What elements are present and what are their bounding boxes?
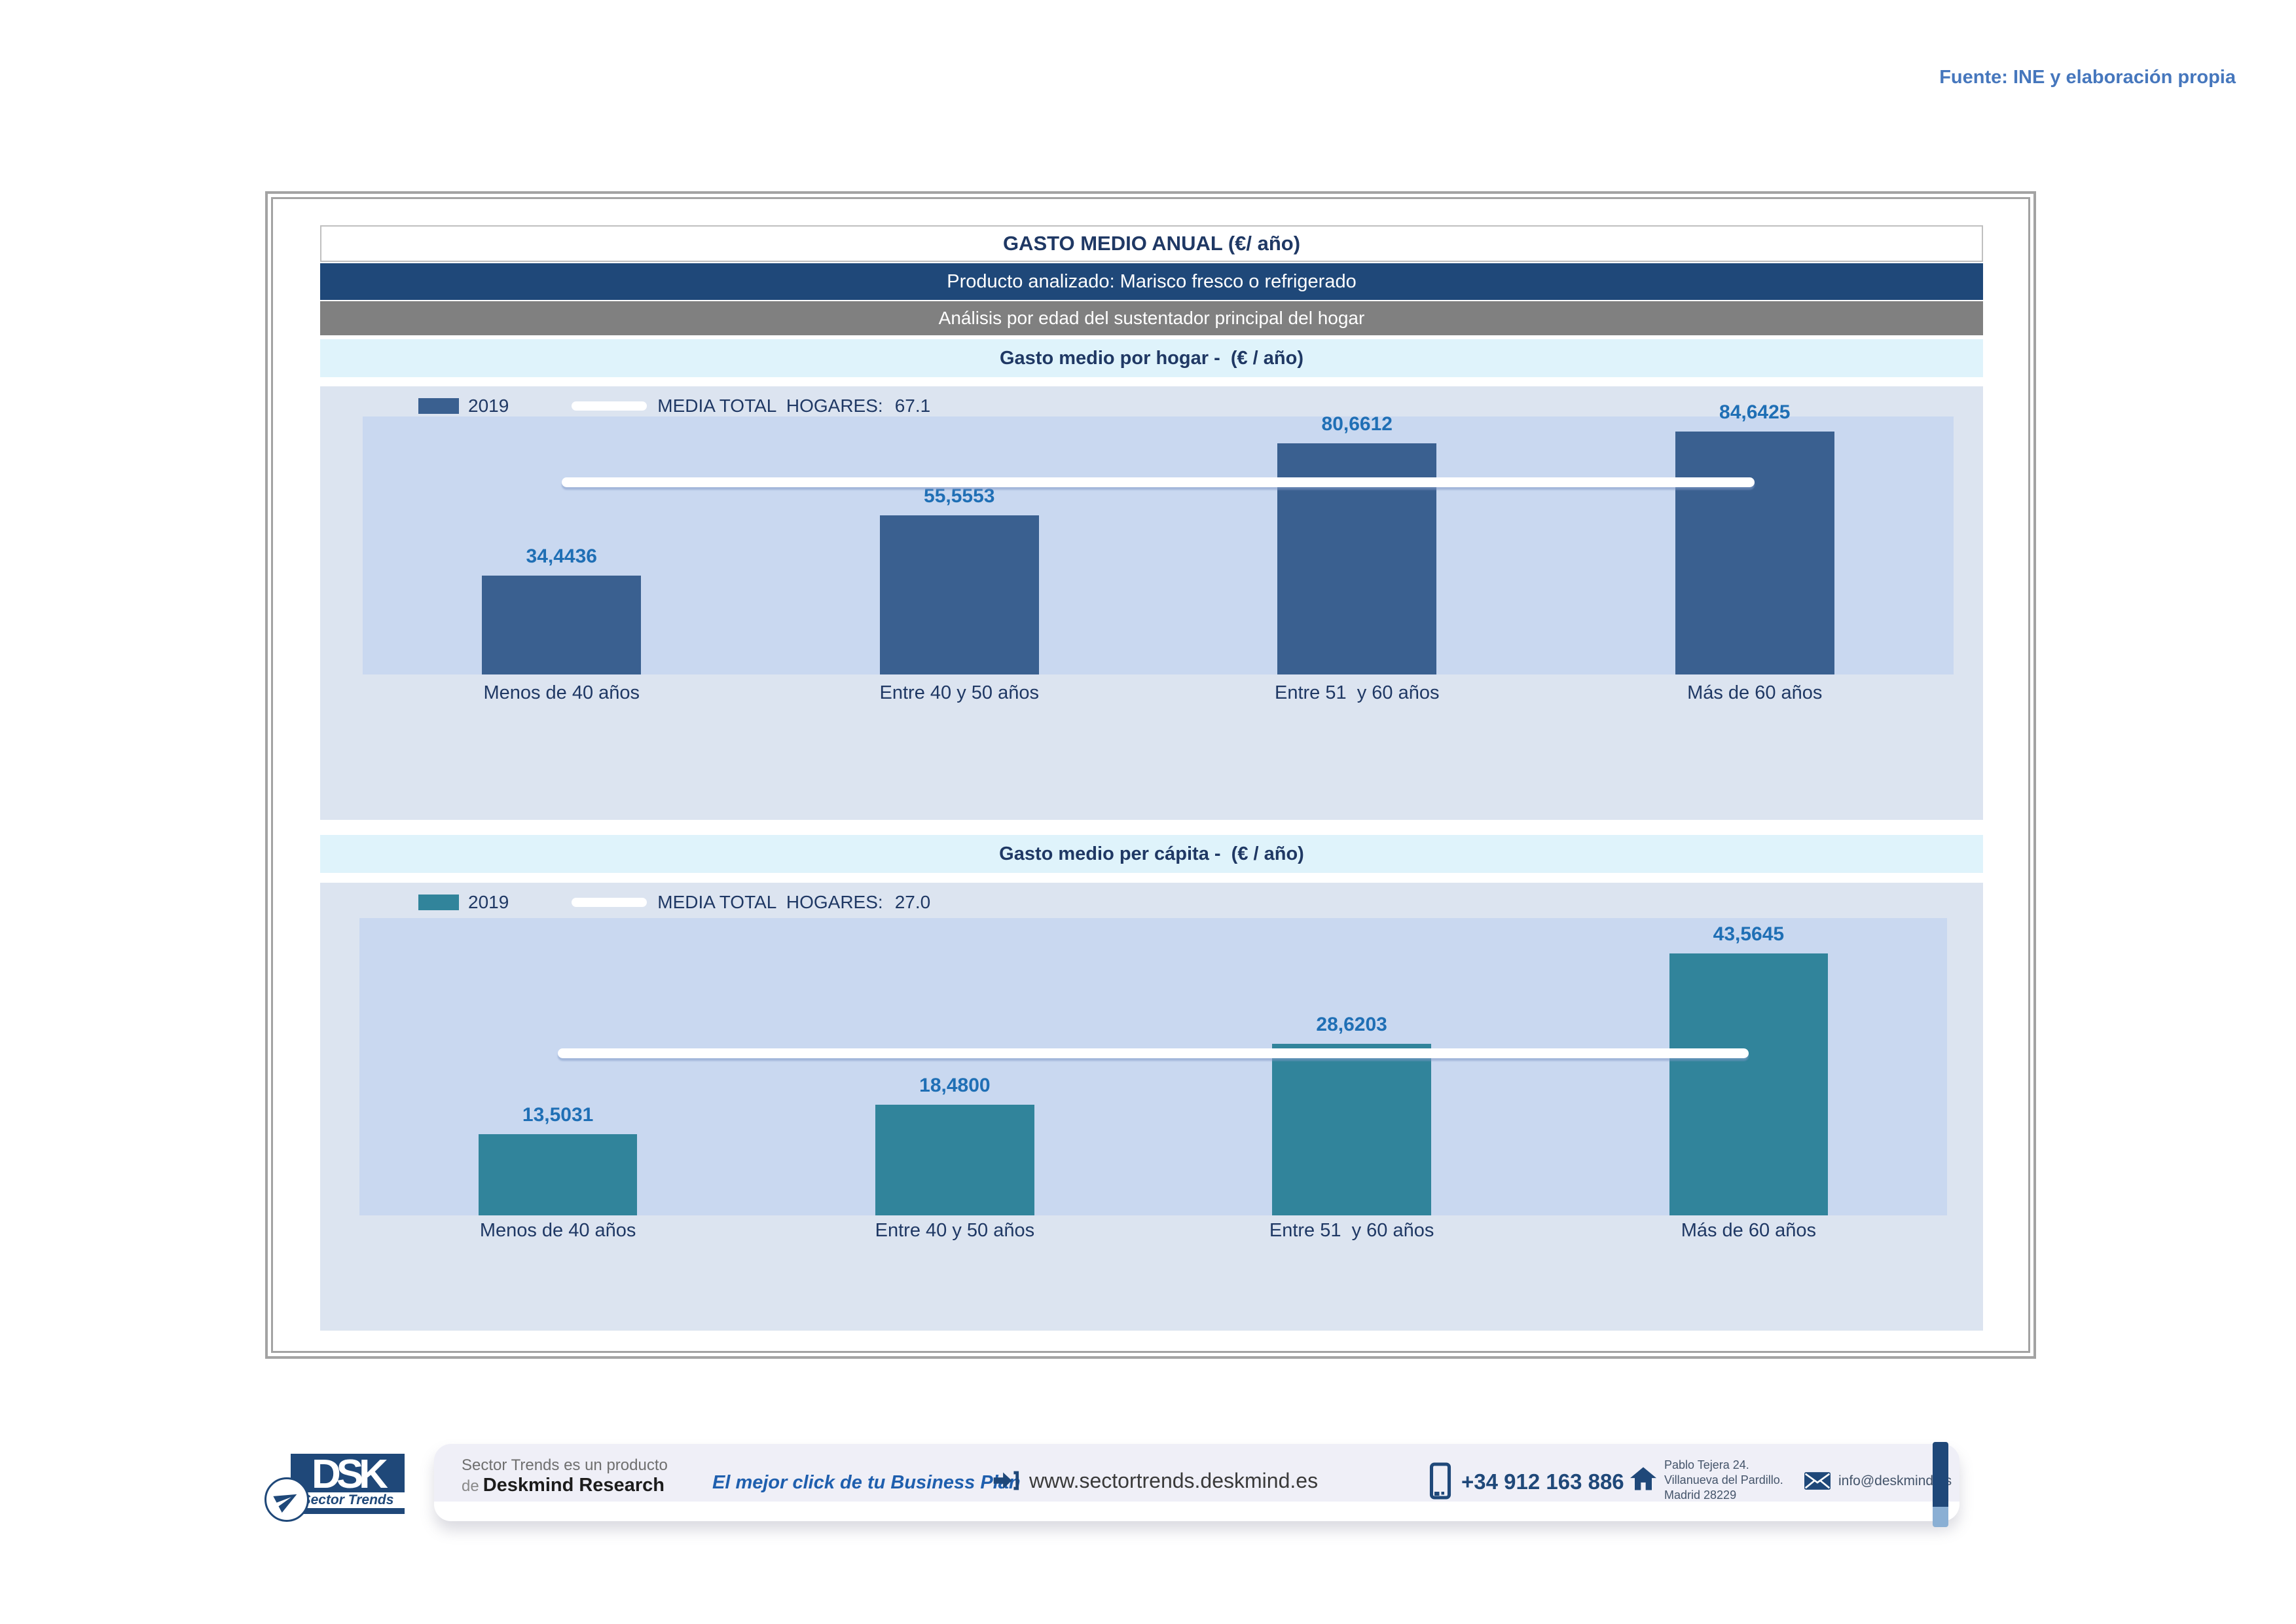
category-label-0: Menos de 40 años — [359, 1220, 756, 1250]
website-url: www.sectortrends.deskmind.es — [1029, 1469, 1318, 1493]
bar-0 — [482, 576, 641, 674]
chart-per-household: 2019 MEDIA TOTAL HOGARES: 67.1 34,4436 55… — [320, 386, 1983, 820]
bar-3 — [1669, 953, 1829, 1215]
category-label-3: Más de 60 años — [1556, 682, 1954, 712]
footer-email: info@deskmind.es — [1804, 1472, 1952, 1490]
value-label-3: 43,5645 — [1713, 923, 1784, 946]
report-title: GASTO MEDIO ANUAL (€/ año) — [320, 225, 1983, 262]
product-analyzed-banner: Producto analizado: Marisco fresco o ref… — [320, 263, 1983, 300]
chart1-subtitle: Gasto medio por hogar - (€ / año) — [320, 339, 1983, 377]
media-line-swatch — [572, 898, 647, 907]
footer-website: www.sectortrends.deskmind.es — [990, 1466, 1318, 1496]
plot-area: 34,443655,555380,661284,6425 — [363, 416, 1954, 674]
category-axis: Menos de 40 añosEntre 40 y 50 añosEntre … — [363, 682, 1954, 712]
bar-3 — [1675, 432, 1834, 674]
chart-per-capita: 2019 MEDIA TOTAL HOGARES: 27.0 13,5031 18… — [320, 883, 1983, 1331]
chart2-legend: 2019 MEDIA TOTAL HOGARES: 27.0 — [418, 891, 930, 914]
footer-phone: +34 912 163 886 — [1429, 1462, 1624, 1502]
media-total-line — [558, 1048, 1749, 1058]
category-label-2: Entre 51 y 60 años — [1158, 682, 1556, 712]
category-axis: Menos de 40 añosEntre 40 y 50 añosEntre … — [359, 1220, 1947, 1250]
category-label-0: Menos de 40 años — [363, 682, 761, 712]
envelope-icon — [1804, 1472, 1831, 1490]
footer-address: Pablo Tejera 24. Villanueva del Pardillo… — [1630, 1458, 1783, 1503]
category-label-2: Entre 51 y 60 años — [1154, 1220, 1550, 1250]
bar-0 — [479, 1134, 638, 1215]
value-label-3: 84,6425 — [1719, 401, 1790, 424]
footer-product-line2: deDeskmind Research — [462, 1475, 668, 1497]
footer-tagline: El mejor click de tu Business Plan — [712, 1472, 1021, 1494]
series-color-swatch — [418, 895, 459, 910]
report-frame: GASTO MEDIO ANUAL (€/ año) Producto anal… — [265, 191, 2036, 1359]
bar-1 — [875, 1105, 1034, 1215]
bar-2 — [1272, 1044, 1431, 1215]
value-label-0: 34,4436 — [526, 545, 597, 568]
media-line-swatch — [572, 401, 647, 411]
analysis-banner: Análisis por edad del sustentador princi… — [320, 301, 1983, 335]
footer-product-line1: Sector Trends es un producto — [462, 1456, 668, 1475]
footer-product-text: Sector Trends es un producto deDeskmind … — [462, 1456, 668, 1497]
paper-plane-icon — [264, 1477, 309, 1522]
category-label-1: Entre 40 y 50 años — [756, 1220, 1153, 1250]
media-value: 67.1 — [895, 396, 931, 416]
dsk-logo-text: DSK — [291, 1451, 405, 1498]
arrow-bracket-icon — [990, 1466, 1020, 1496]
chart2-subtitle: Gasto medio per cápita - (€ / año) — [320, 835, 1983, 873]
plot-area: 13,5031 18,4800 28,6203 43,5645 — [359, 918, 1947, 1215]
footer-card-bottom-strip — [434, 1502, 1959, 1521]
bar-1 — [880, 515, 1039, 674]
footer-company-name: Deskmind Research — [483, 1475, 665, 1496]
report-page: Fuente: INE y elaboración propia GASTO M… — [0, 0, 2296, 1624]
address-line-1: Pablo Tejera 24. — [1664, 1458, 1783, 1473]
media-value: 27.0 — [895, 892, 931, 913]
footer-ribbon — [1933, 1442, 1948, 1527]
media-total-line — [562, 477, 1755, 487]
category-label-1: Entre 40 y 50 años — [761, 682, 1159, 712]
value-label-2: 28,6203 — [1316, 1014, 1387, 1036]
media-label: MEDIA TOTAL HOGARES: — [657, 892, 883, 913]
value-label-0: 13,5031 — [522, 1104, 593, 1126]
phone-icon — [1429, 1462, 1452, 1502]
phone-number: +34 912 163 886 — [1461, 1469, 1624, 1494]
series-label: 2019 — [468, 396, 509, 416]
source-note: Fuente: INE y elaboración propia — [1939, 67, 2236, 88]
address-line-3: Madrid 28229 — [1664, 1488, 1783, 1503]
value-label-1: 55,5553 — [924, 485, 994, 507]
series-color-swatch — [418, 398, 459, 414]
address-line-2: Villanueva del Pardillo. — [1664, 1473, 1783, 1488]
media-label: MEDIA TOTAL HOGARES: — [657, 396, 883, 416]
value-label-1: 18,4800 — [919, 1075, 990, 1097]
chart1-legend: 2019 MEDIA TOTAL HOGARES: 67.1 — [418, 394, 930, 418]
home-icon — [1630, 1467, 1656, 1490]
category-label-3: Más de 60 años — [1550, 1220, 1947, 1250]
value-label-2: 80,6612 — [1322, 413, 1393, 435]
report-frame-inner: GASTO MEDIO ANUAL (€/ año) Producto anal… — [271, 197, 2030, 1353]
series-label: 2019 — [468, 892, 509, 913]
